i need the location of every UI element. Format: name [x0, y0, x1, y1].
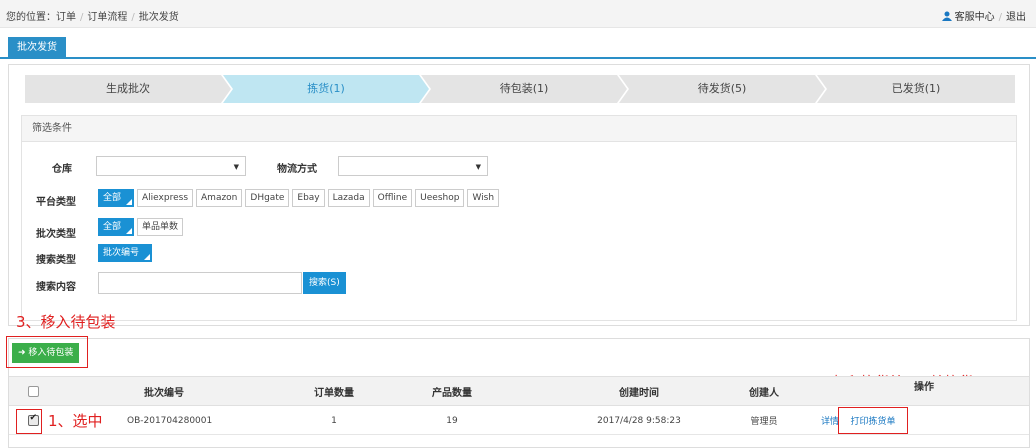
chip-batch-all[interactable]: 全部 — [98, 218, 135, 236]
chip-platform-ueeshop[interactable]: Ueeshop — [415, 189, 465, 207]
cell-batch-no: OB-201704280001 — [127, 415, 213, 426]
cell-creator: 管理员 — [750, 417, 778, 427]
header-batch-no: 批次编号 — [144, 387, 184, 399]
chip-platform-ebay[interactable]: Ebay — [292, 189, 325, 207]
step-to-pack[interactable]: 待包装(1) — [421, 75, 627, 103]
step-generate-batch[interactable]: 生成批次 — [25, 75, 231, 103]
search-type-chips: 批次编号 — [98, 244, 155, 262]
chip-platform-lazada[interactable]: Lazada — [327, 189, 370, 207]
step-label: 已发货(1) — [891, 82, 941, 95]
header-actions: 操作 — [914, 382, 934, 393]
highlight-move-button — [6, 336, 88, 368]
chip-platform-offline[interactable]: Offline — [372, 189, 413, 207]
search-button[interactable]: 搜索(S) — [303, 272, 346, 294]
chip-platform-aliexpress[interactable]: Aliexpress — [137, 189, 194, 207]
search-type-label: 搜索类型 — [36, 255, 76, 266]
annotation-select: 1、选中 — [48, 412, 103, 430]
search-input[interactable] — [98, 272, 302, 294]
annotation-move: 3、移入待包装 — [16, 313, 116, 331]
breadcrumb: 您的位置：订单 / 订单流程 / 批次发货 — [6, 12, 179, 23]
chip-platform-dhgate[interactable]: DHgate — [245, 189, 290, 207]
top-right-links: 客服中心 / 退出 — [941, 8, 1026, 23]
warehouse-label: 仓库 — [52, 164, 72, 175]
breadcrumb-item-order[interactable]: 订单 — [56, 12, 76, 23]
person-icon — [941, 11, 952, 21]
highlight-print-link — [838, 407, 908, 434]
highlight-row-checkbox — [16, 409, 42, 434]
breadcrumb-prefix: 您的位置： — [6, 12, 56, 23]
step-label: 待发货(5) — [697, 82, 747, 95]
select-all-checkbox[interactable] — [27, 385, 39, 397]
step-label: 拣货(1) — [307, 82, 345, 95]
step-picking[interactable]: 拣货(1) — [223, 75, 429, 103]
filter-title: 筛选条件 — [22, 116, 1016, 142]
table-header: 批次编号 订单数量 产品数量 创建时间 创建人 操作 — [9, 376, 1029, 406]
step-label: 待包装(1) — [499, 82, 549, 95]
chip-platform-wish[interactable]: Wish — [467, 189, 500, 207]
header-orders: 订单数量 — [314, 387, 354, 399]
main-panel: 生成批次 拣货(1) 待包装(1) 待发货(5) 已发货(1) 筛选条件 仓库 … — [8, 64, 1030, 326]
help-center-link[interactable]: 客服中心 — [955, 12, 995, 23]
batch-type-label: 批次类型 — [36, 229, 76, 240]
step-to-ship[interactable]: 待发货(5) — [619, 75, 825, 103]
header-creator: 创建人 — [749, 387, 779, 399]
chip-batch-single[interactable]: 单品单数 — [137, 218, 184, 236]
warehouse-select[interactable]: ▼ — [96, 156, 246, 176]
search-content-label: 搜索内容 — [36, 282, 76, 293]
detail-link-label: 详情 — [820, 417, 839, 427]
cell-products: 19 — [446, 415, 458, 426]
header-checkbox-cell — [23, 377, 43, 405]
platform-chips: 全部 Aliexpress Amazon DHgate Ebay Lazada Offlin… — [98, 189, 502, 207]
header-products: 产品数量 — [432, 387, 472, 399]
shipping-label: 物流方式 — [277, 164, 317, 175]
filter-panel: 筛选条件 仓库 ▼ 物流方式 ▼ 平台类型 全部 Aliexpress Amazon… — [21, 115, 1017, 321]
step-progress: 生成批次 拣货(1) 待包装(1) 待发货(5) 已发货(1) — [25, 75, 1015, 103]
batch-type-chips: 全部 单品单数 — [98, 218, 186, 236]
tab-batch-shipping[interactable]: 批次发货 — [8, 37, 66, 59]
cell-created: 2017/4/28 9:58:23 — [597, 415, 681, 426]
chevron-down-icon: ▼ — [233, 163, 239, 171]
chip-search-batch-no[interactable]: 批次编号 — [98, 244, 153, 262]
step-label: 生成批次 — [106, 82, 150, 95]
shipping-method-select[interactable]: ▼ — [338, 156, 488, 176]
platform-label: 平台类型 — [36, 197, 76, 208]
breadcrumb-item-batch: 批次发货 — [138, 12, 179, 23]
chip-platform-amazon[interactable]: Amazon — [196, 189, 243, 207]
logout-link[interactable]: 退出 — [1006, 12, 1026, 23]
breadcrumb-item-flow[interactable]: 订单流程 — [87, 12, 127, 23]
step-shipped[interactable]: 已发货(1) — [817, 75, 1015, 103]
chip-platform-all[interactable]: 全部 — [98, 189, 135, 207]
header-created: 创建时间 — [619, 387, 659, 399]
top-bar: 您的位置：订单 / 订单流程 / 批次发货 客服中心 / 退出 — [0, 0, 1036, 28]
chevron-down-icon: ▼ — [475, 163, 481, 171]
tab-strip: 批次发货 — [0, 35, 1036, 59]
cell-orders: 1 — [331, 415, 337, 426]
